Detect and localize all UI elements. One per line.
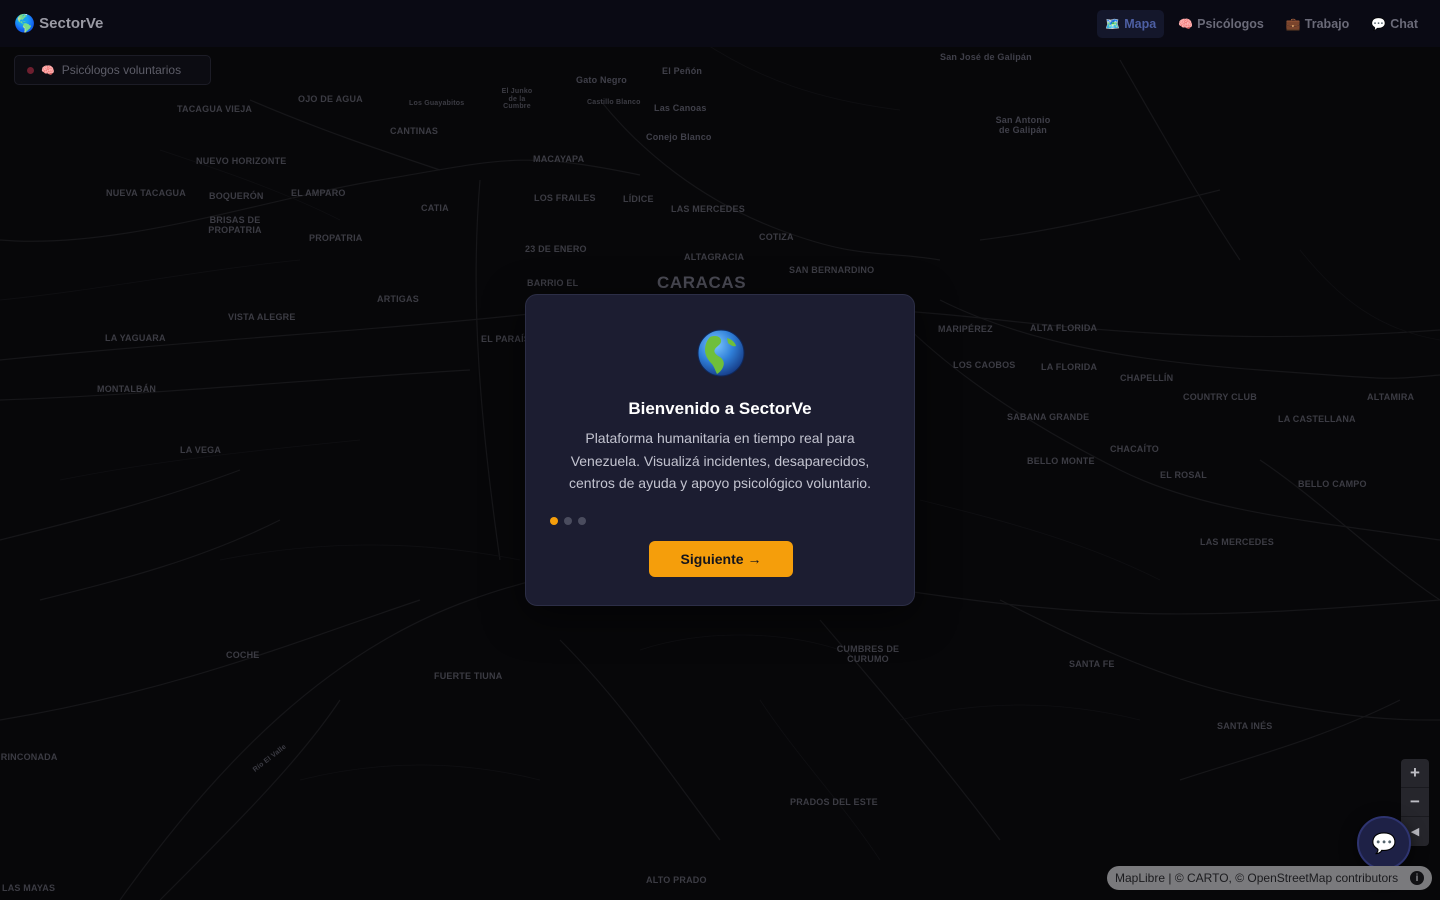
map-place-label: BRISAS DE PROPATRIA <box>208 215 262 235</box>
map-place-label: El Peñón <box>662 66 703 76</box>
map-place-label: LA FLORIDA <box>1041 362 1098 372</box>
map-place-label: SANTA FE <box>1069 659 1115 669</box>
map-place-label: LAS MERCEDES <box>1200 537 1274 547</box>
main-nav: 🗺️ Mapa 🧠 Psicólogos 💼 Trabajo 💬 Chat <box>1097 9 1426 38</box>
map-place-label: LA VEGA <box>180 445 222 455</box>
map-place-label: BOQUERÓN <box>209 191 264 201</box>
map-place-label: ALTA FLORIDA <box>1030 323 1098 333</box>
map-place-label: COCHE <box>226 650 260 660</box>
map-place-label: OJO DE AGUA <box>298 94 363 104</box>
attribution-text[interactable]: MapLibre | © CARTO, © OpenStreetMap cont… <box>1115 871 1398 885</box>
map-place-label: MONTALBÁN <box>97 384 157 394</box>
nav-item-chat[interactable]: 💬 Chat <box>1363 10 1426 38</box>
legend-label: Psicólogos voluntarios <box>61 63 182 77</box>
app-name: SectorVe <box>39 15 104 32</box>
map-place-label: El Junko de la Cumbre <box>501 88 533 111</box>
map-place-label: LAS MAYAS <box>2 883 56 893</box>
nav-item-psicologos[interactable]: 🧠 Psicólogos <box>1170 10 1272 38</box>
map-place-label: LA YAGUARA <box>105 333 166 343</box>
map-attribution[interactable]: MapLibre | © CARTO, © OpenStreetMap cont… <box>1107 866 1432 890</box>
map-place-label: PROPATRIA <box>309 233 363 243</box>
map-place-label: ARTIGAS <box>377 294 419 304</box>
brain-icon: 🧠 <box>1178 16 1194 31</box>
map-place-label: Las Canoas <box>654 103 707 113</box>
map-place-label: EL ROSAL <box>1160 470 1207 480</box>
map-place-label: TACAGUA VIEJA <box>177 104 253 114</box>
map-place-label: COTIZA <box>759 232 794 242</box>
map-place-label: LA RINCONADA <box>0 752 58 762</box>
map-city-label: CARACAS <box>657 273 747 292</box>
step-indicator <box>550 517 586 525</box>
map-place-label: NUEVA TACAGUA <box>106 188 186 198</box>
map-place-label: BELLO CAMPO <box>1298 479 1367 489</box>
nav-item-label: Psicólogos <box>1197 16 1264 31</box>
legend-dot <box>27 66 34 74</box>
map-place-label: PRADOS DEL ESTE <box>790 797 878 807</box>
map-place-label: LÍDICE <box>623 194 654 204</box>
map-place-label: LOS FRAILES <box>534 193 596 203</box>
nav-item-label: Chat <box>1390 16 1418 31</box>
map-place-label: LAS MERCEDES <box>671 204 745 214</box>
step-dot <box>578 517 586 525</box>
nav-item-label: Mapa <box>1124 16 1157 31</box>
brain-icon: 🧠 <box>41 64 55 77</box>
map-place-label: SAN BERNARDINO <box>789 265 875 275</box>
map-place-label: MACAYAPA <box>533 154 585 164</box>
map-place-label: CHACAÍTO <box>1110 444 1159 454</box>
map-place-label: MARIPÉREZ <box>938 324 993 334</box>
map-place-label: BARRIO EL <box>527 278 579 288</box>
globe-icon: 🌎 <box>14 13 36 33</box>
map-place-label: San José de Galipán <box>940 52 1032 62</box>
modal-description: Plataforma humanitaria en tiempo real pa… <box>569 430 871 491</box>
map-place-label: ALTO PRADO <box>646 875 707 885</box>
map-place-label: CATIA <box>421 203 449 213</box>
chat-icon: 💬 <box>1371 16 1387 31</box>
map-place-label: CHAPELLÍN <box>1120 373 1174 383</box>
map-place-label: COUNTRY CLUB <box>1183 392 1257 402</box>
map-place-label: ALTAGRACIA <box>684 252 745 262</box>
map-place-label: NUEVO HORIZONTE <box>196 156 287 166</box>
map-place-label: CUMBRES DE CURUMO <box>836 644 900 664</box>
map-place-label: EL AMPARO <box>291 188 346 198</box>
map-place-label: SABANA GRANDE <box>1007 412 1090 422</box>
map-place-label: San Antonio de Galipán <box>995 115 1051 135</box>
modal-title: Bienvenido a SectorVe <box>628 399 812 418</box>
next-button[interactable]: Siguiente → <box>649 541 793 577</box>
map-place-label: 23 DE ENERO <box>525 244 587 254</box>
top-navbar: 🌎 SectorVe 🗺️ Mapa 🧠 Psicólogos 💼 Trabaj… <box>0 0 1440 47</box>
step-dot <box>564 517 572 525</box>
zoom-in-button[interactable]: + <box>1401 759 1429 788</box>
nav-item-trabajo[interactable]: 💼 Trabajo <box>1278 10 1357 38</box>
nav-item-mapa[interactable]: 🗺️ Mapa <box>1097 9 1165 38</box>
map-place-label: SANTA INÉS <box>1217 721 1273 731</box>
map-place-label: Castillo Blanco <box>587 99 641 106</box>
welcome-modal: Bienvenido a SectorVe Plataforma humanit… <box>525 294 915 606</box>
chat-bubble-icon: 💬 <box>1371 832 1397 855</box>
brand[interactable]: 🌎 SectorVe <box>14 14 103 34</box>
map-place-label: ALTAMIRA <box>1367 392 1415 402</box>
map-place-label: LA CASTELLANA <box>1278 414 1356 424</box>
map-place-label: LOS CAOBOS <box>953 360 1016 370</box>
map-icon: 🗺️ <box>1105 16 1121 31</box>
map-place-label: CANTINAS <box>390 126 439 136</box>
map-place-label: BELLO MONTE <box>1027 456 1095 466</box>
map-place-label: Gato Negro <box>576 75 628 85</box>
globe-icon <box>697 329 745 377</box>
map-place-label: Los Guayabitos <box>409 100 465 107</box>
map-place-label: FUERTE TIUNA <box>434 671 503 681</box>
chat-fab-button[interactable]: 💬 <box>1357 816 1411 870</box>
map-place-label: VISTA ALEGRE <box>228 312 296 322</box>
map-place-label: Conejo Blanco <box>646 132 712 142</box>
zoom-out-button[interactable]: − <box>1401 788 1429 817</box>
nav-item-label: Trabajo <box>1304 16 1350 31</box>
legend-psicologos-voluntarios[interactable]: 🧠 Psicólogos voluntarios <box>14 55 211 85</box>
info-icon[interactable]: i <box>1410 871 1424 885</box>
step-dot-active <box>550 517 558 525</box>
briefcase-icon: 💼 <box>1285 16 1301 31</box>
